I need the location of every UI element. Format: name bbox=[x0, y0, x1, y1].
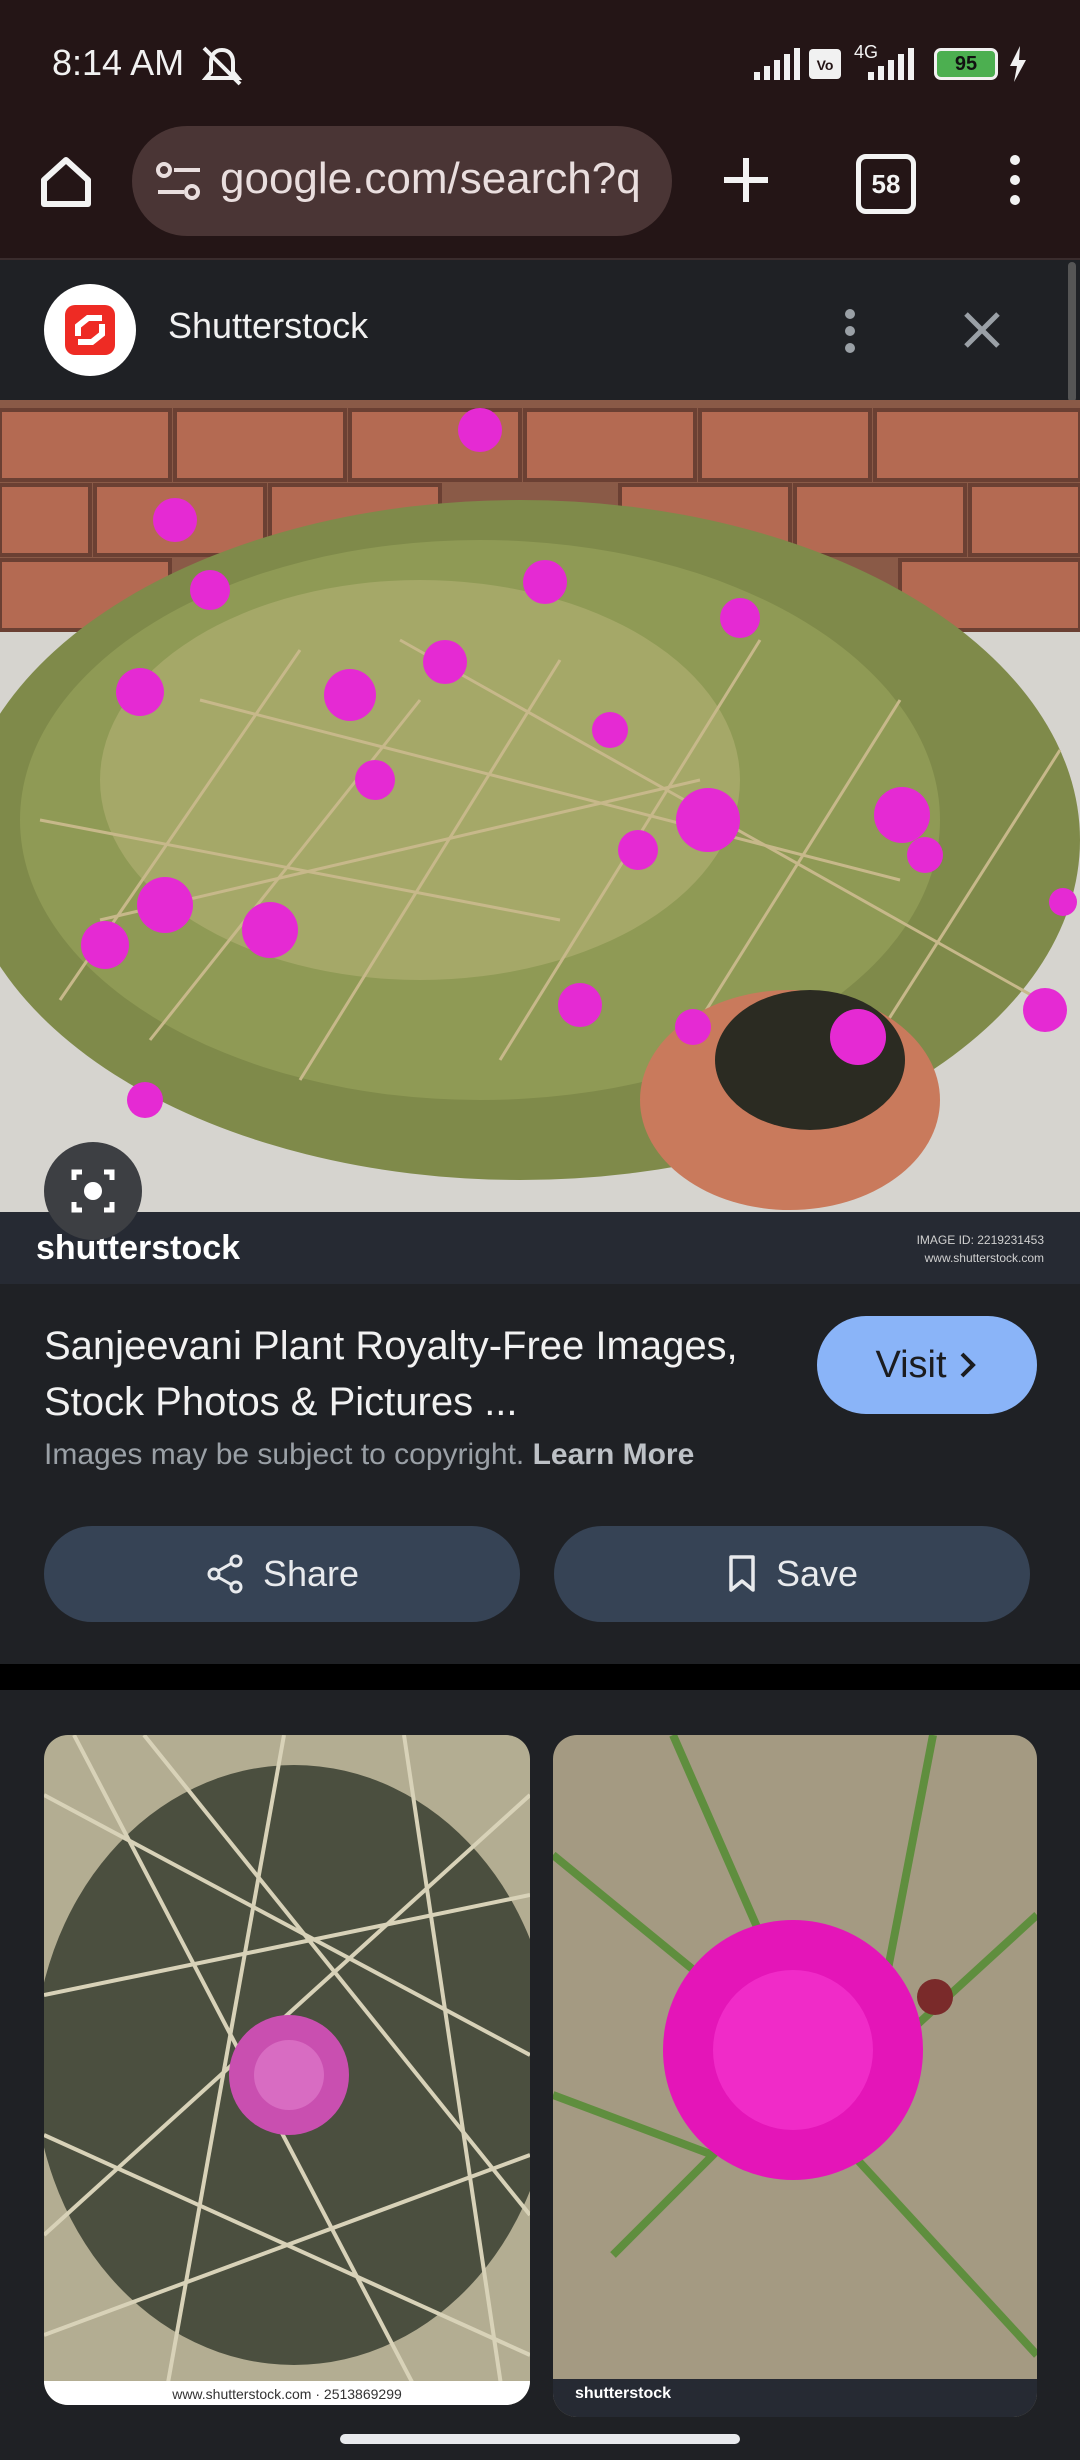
home-indicator[interactable] bbox=[340, 2434, 740, 2444]
source-name[interactable]: Shutterstock bbox=[168, 305, 368, 347]
url-text[interactable]: google.com/search?q bbox=[220, 154, 650, 204]
new-tab-icon[interactable] bbox=[718, 152, 774, 208]
more-menu-icon[interactable] bbox=[1000, 152, 1030, 208]
image-site: www.shutterstock.com bbox=[924, 1251, 1044, 1265]
visit-button[interactable]: Visit bbox=[817, 1316, 1037, 1414]
related-image-1[interactable]: www.shutterstock.com · 2513869299 bbox=[44, 1735, 530, 2405]
charging-icon bbox=[1010, 46, 1026, 82]
svg-text:Vo: Vo bbox=[817, 57, 834, 73]
status-time: 8:14 AM bbox=[52, 42, 185, 83]
save-button[interactable]: Save bbox=[554, 1526, 1030, 1622]
bookmark-icon bbox=[729, 1555, 755, 1592]
main-image[interactable]: shutterstock IMAGE ID: 2219231453 www.sh… bbox=[0, 400, 1080, 1284]
source-more-icon[interactable] bbox=[838, 306, 862, 356]
lens-button[interactable] bbox=[44, 1142, 142, 1240]
share-label: Share bbox=[262, 1553, 360, 1594]
battery-icon: 95 bbox=[934, 48, 998, 80]
save-label: Save bbox=[775, 1553, 859, 1594]
home-icon[interactable] bbox=[36, 152, 96, 212]
share-icon bbox=[207, 1554, 243, 1594]
visit-label: Visit bbox=[875, 1343, 947, 1386]
related-image-2[interactable]: shutterstock bbox=[553, 1735, 1037, 2417]
learn-more-link[interactable]: Learn More bbox=[533, 1438, 695, 1471]
site-settings-icon[interactable] bbox=[156, 160, 202, 202]
share-button[interactable]: Share bbox=[44, 1526, 520, 1622]
chevron-right-icon bbox=[960, 1352, 976, 1378]
volte-icon: Vo bbox=[809, 49, 841, 79]
signal-icon-2 bbox=[868, 48, 914, 80]
source-header bbox=[0, 260, 1080, 400]
lens-icon bbox=[71, 1169, 115, 1213]
related-caption-2: shutterstock bbox=[575, 2385, 671, 2402]
copyright-notice: Images may be subject to copyright. Lear… bbox=[44, 1438, 695, 1471]
result-title[interactable]: Sanjeevani Plant Royalty-Free Images, St… bbox=[44, 1318, 784, 1430]
close-icon[interactable] bbox=[958, 306, 1006, 354]
signal-icon bbox=[754, 48, 800, 80]
shutterstock-logo bbox=[44, 284, 136, 376]
related-caption-1: www.shutterstock.com · 2513869299 bbox=[171, 2386, 402, 2402]
scrollbar[interactable] bbox=[1068, 262, 1076, 402]
image-id: IMAGE ID: 2219231453 bbox=[917, 1233, 1045, 1247]
section-divider bbox=[0, 1664, 1080, 1690]
tab-switcher-button[interactable]: 58 bbox=[856, 154, 916, 214]
mute-icon bbox=[201, 46, 243, 86]
